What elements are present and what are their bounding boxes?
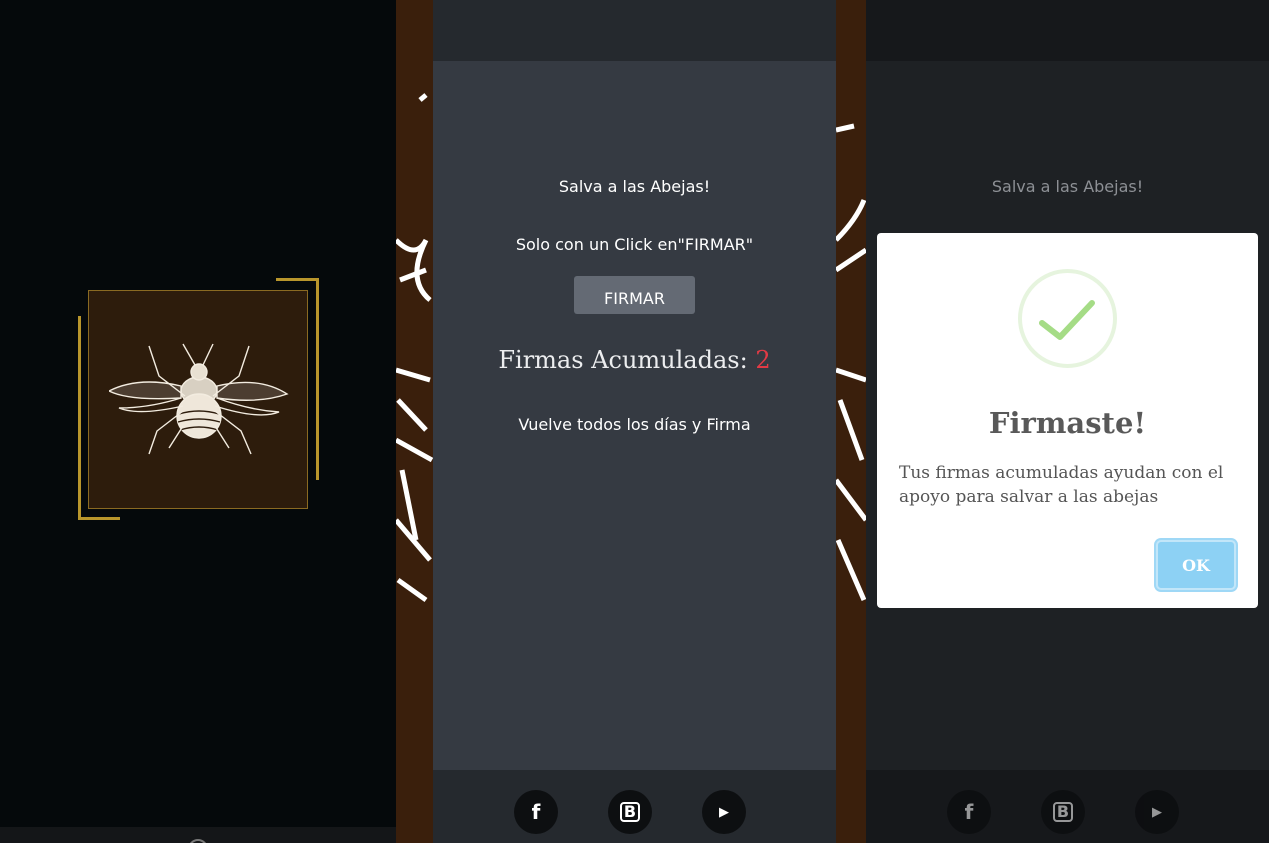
facebook-button[interactable]: f — [514, 790, 558, 834]
bee-logo — [88, 290, 308, 509]
reminder-text: Vuelve todos los días y Firma — [518, 415, 751, 434]
top-bar — [433, 0, 836, 61]
system-nav-bar — [0, 827, 396, 843]
counter-value: 2 — [755, 346, 771, 374]
dialog-title: Firmaste! — [988, 406, 1147, 440]
facebook-button[interactable]: f — [947, 790, 991, 834]
confirmation-screen: Salva a las Abejas! Firmaste! Tus firmas… — [866, 0, 1269, 843]
sign-button[interactable]: FIRMAR — [574, 276, 695, 314]
frame-corner — [78, 316, 81, 520]
youtube-icon: ▶ — [1152, 804, 1162, 820]
background-strip — [836, 0, 866, 843]
frame-corner — [316, 278, 319, 480]
bee-sketch-decoration — [396, 93, 433, 603]
facebook-icon: f — [531, 800, 541, 824]
top-bar — [866, 0, 1269, 61]
blogger-button[interactable]: B — [608, 790, 652, 834]
frame-corner — [78, 517, 120, 520]
bee-icon — [109, 343, 289, 455]
frame-corner — [276, 278, 319, 281]
ok-button[interactable]: OK — [1156, 540, 1236, 590]
splash-screen — [0, 0, 396, 843]
success-icon — [1018, 269, 1117, 368]
youtube-button[interactable]: ▶ — [702, 790, 746, 834]
youtube-icon: ▶ — [719, 804, 729, 820]
success-dialog: Firmaste! Tus firmas acumuladas ayudan c… — [877, 233, 1258, 608]
checkmark-icon — [1039, 300, 1095, 340]
footer: f B ▶ — [433, 770, 836, 843]
instruction-text: Solo con un Click en"FIRMAR" — [515, 235, 754, 254]
youtube-button[interactable]: ▶ — [1135, 790, 1179, 834]
counter-label: Firmas Acumuladas: — [498, 346, 756, 374]
main-screen: Salva a las Abejas! Solo con un Click en… — [433, 0, 836, 843]
facebook-icon: f — [964, 800, 974, 824]
bee-sketch-decoration — [836, 123, 866, 601]
footer: f B ▶ — [866, 770, 1269, 843]
blogger-icon: B — [1052, 802, 1074, 822]
page-title: Salva a las Abejas! — [991, 177, 1144, 196]
home-button-icon[interactable] — [188, 839, 208, 843]
page-title: Salva a las Abejas! — [558, 177, 711, 196]
logo-frame — [78, 278, 319, 520]
dialog-message: Tus firmas acumuladas ayudan con el apoy… — [899, 463, 1224, 507]
signature-counter: Firmas Acumuladas: 2 — [433, 346, 836, 374]
blogger-icon: B — [619, 802, 641, 822]
blogger-button[interactable]: B — [1041, 790, 1085, 834]
background-strip — [396, 0, 433, 843]
